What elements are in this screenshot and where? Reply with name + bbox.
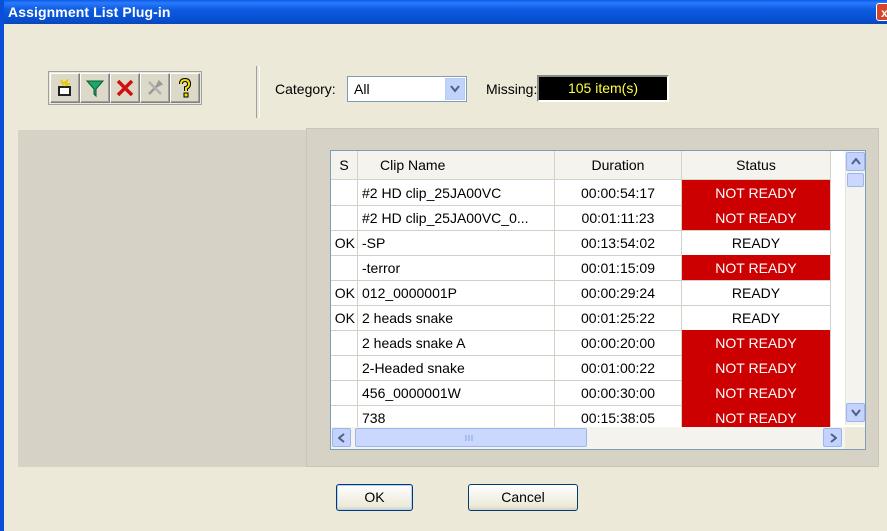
dialog-window: Assignment List Plug-in x Category: All … [0, 0, 887, 531]
category-label: Category: [275, 81, 336, 97]
status-cell: NOT READY [682, 255, 831, 281]
table-row[interactable]: 456_0000001W 00:00:30:00 NOT READY [331, 380, 831, 406]
horizontal-scrollbar[interactable] [331, 427, 845, 449]
new-clip-button[interactable] [50, 73, 80, 103]
grip-icon [465, 435, 473, 441]
status-cell: NOT READY [682, 355, 831, 381]
vertical-scroll-thumb[interactable] [847, 173, 864, 187]
duration-cell: 00:00:30:00 [555, 380, 682, 406]
duration-cell: 00:00:29:24 [555, 280, 682, 306]
scroll-down-button[interactable] [846, 403, 865, 422]
clip-name-cell: 456_0000001W [358, 380, 555, 406]
toolbar [50, 73, 200, 103]
window-title: Assignment List Plug-in [8, 4, 171, 20]
status-cell: READY [682, 230, 831, 256]
tools-icon [148, 79, 164, 95]
filter-icon [85, 80, 105, 98]
cancel-button[interactable]: Cancel [468, 484, 578, 511]
column-header-status[interactable]: Status [682, 151, 831, 179]
table-row[interactable]: OK 012_0000001P 00:00:29:24 READY [331, 280, 831, 306]
table-row[interactable]: #2 HD clip_25JA00VC 00:00:54:17 NOT READY [331, 180, 831, 206]
status-cell: READY [682, 305, 831, 331]
clip-grid: S Clip Name Duration Status #2 HD clip_2… [330, 150, 866, 450]
column-header-duration[interactable]: Duration [555, 151, 682, 179]
scroll-right-button[interactable] [823, 428, 842, 447]
clip-name-cell: #2 HD clip_25JA00VC [358, 180, 555, 206]
clip-name-cell: -SP [358, 230, 555, 256]
table-row[interactable]: 2 heads snake A 00:00:20:00 NOT READY [331, 330, 831, 356]
chevron-down-icon [450, 85, 460, 93]
close-button[interactable]: x [876, 3, 887, 21]
category-value: All [354, 81, 370, 97]
dropdown-button[interactable] [445, 78, 465, 100]
horizontal-scroll-thumb[interactable] [355, 428, 587, 447]
duration-cell: 00:00:20:00 [555, 330, 682, 356]
status-s-cell: OK [331, 230, 358, 256]
close-icon: x [881, 6, 887, 20]
grid-header: S Clip Name Duration Status [331, 151, 831, 180]
help-button[interactable] [170, 73, 200, 103]
status-cell: NOT READY [682, 180, 831, 206]
scrollbar-corner [845, 427, 865, 449]
help-icon [179, 78, 192, 98]
status-cell: NOT READY [682, 330, 831, 356]
duration-cell: 00:01:11:23 [555, 205, 682, 231]
scroll-up-button[interactable] [846, 152, 865, 171]
status-s-cell [331, 180, 358, 206]
clip-name-cell: #2 HD clip_25JA00VC_0... [358, 205, 555, 231]
chevron-left-icon [337, 432, 345, 443]
delete-button[interactable] [110, 73, 140, 103]
toolbar-separator [256, 66, 260, 118]
chevron-up-icon [850, 157, 861, 165]
tools-button[interactable] [140, 73, 170, 103]
window-border [0, 0, 4, 531]
status-s-cell [331, 355, 358, 381]
clip-name-cell: 012_0000001P [358, 280, 555, 306]
status-cell: NOT READY [682, 380, 831, 406]
table-row[interactable]: 2-Headed snake 00:01:00:22 NOT READY [331, 355, 831, 381]
title-bar[interactable]: Assignment List Plug-in x [0, 0, 887, 24]
missing-count: 105 item(s) [537, 75, 669, 102]
clip-name-cell: 2 heads snake A [358, 330, 555, 356]
column-header-clip-name[interactable]: Clip Name [358, 151, 555, 179]
status-s-cell: OK [331, 280, 358, 306]
duration-cell: 00:01:15:09 [555, 255, 682, 281]
status-cell: NOT READY [682, 205, 831, 231]
duration-cell: 00:01:25:22 [555, 305, 682, 331]
table-row[interactable]: #2 HD clip_25JA00VC_0... 00:01:11:23 NOT R… [331, 205, 831, 231]
chevron-down-icon [850, 408, 861, 417]
left-panel [18, 130, 306, 467]
scroll-left-button[interactable] [332, 428, 351, 447]
delete-icon [116, 79, 134, 97]
clip-name-cell: 2-Headed snake [358, 355, 555, 381]
table-row[interactable]: -terror 00:01:15:09 NOT READY [331, 255, 831, 281]
category-select[interactable]: All [347, 76, 467, 102]
status-s-cell: OK [331, 305, 358, 331]
filter-button[interactable] [80, 73, 110, 103]
duration-cell: 00:13:54:02 [555, 230, 682, 256]
status-s-cell [331, 205, 358, 231]
status-cell: READY [682, 280, 831, 306]
missing-label: Missing: [486, 81, 538, 97]
status-s-cell [331, 255, 358, 281]
column-header-s[interactable]: S [331, 151, 358, 179]
new-clip-icon [58, 78, 71, 96]
ok-button[interactable]: OK [336, 484, 413, 511]
vertical-scrollbar[interactable] [845, 151, 865, 425]
chevron-right-icon [829, 432, 837, 443]
duration-cell: 00:00:54:17 [555, 180, 682, 206]
table-row[interactable]: OK -SP 00:13:54:02 READY [331, 230, 831, 256]
clip-name-cell: 2 heads snake [358, 305, 555, 331]
status-s-cell [331, 330, 358, 356]
status-s-cell [331, 380, 358, 406]
duration-cell: 00:01:00:22 [555, 355, 682, 381]
clip-name-cell: -terror [358, 255, 555, 281]
table-row[interactable]: OK 2 heads snake 00:01:25:22 READY [331, 305, 831, 331]
